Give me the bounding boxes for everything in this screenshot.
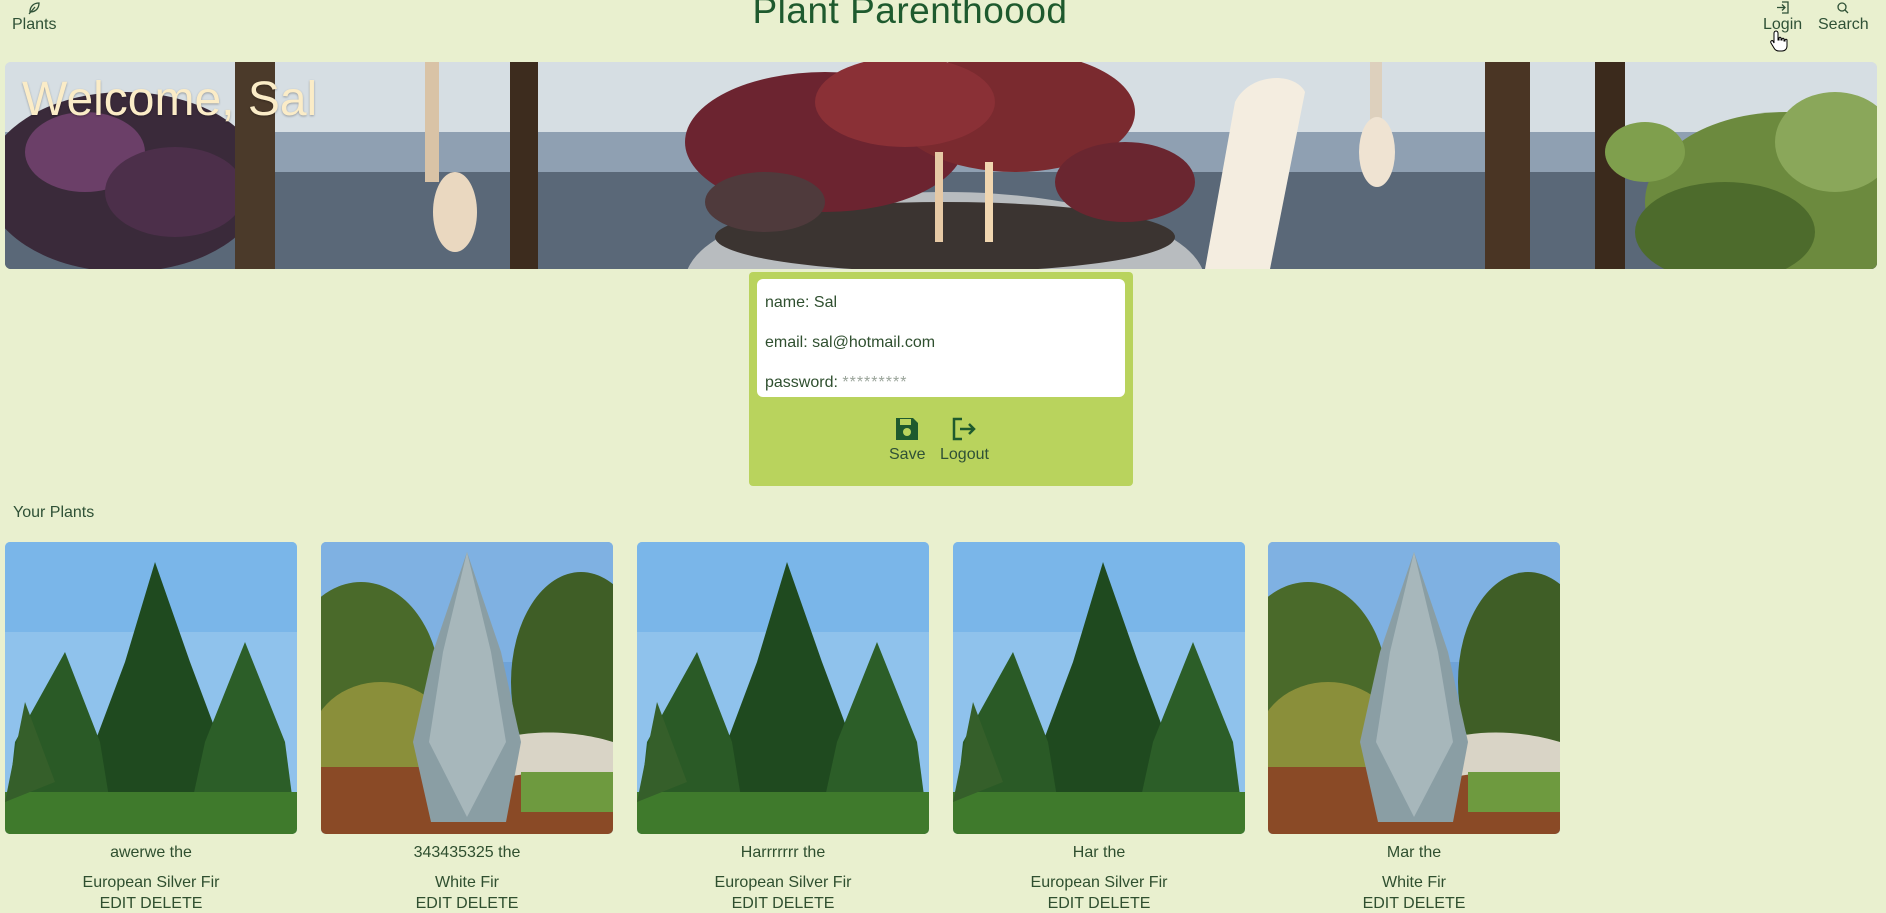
plant-image[interactable]: [1268, 542, 1560, 834]
save-button[interactable]: Save: [889, 416, 925, 464]
plant-species: White Fir: [1382, 874, 1446, 891]
plant-name: Mar the: [1386, 844, 1442, 861]
email-field[interactable]: email: sal@hotmail.com: [765, 334, 935, 352]
plant-image[interactable]: [953, 542, 1245, 834]
nav-search-label: Search: [1818, 16, 1869, 33]
delete-button[interactable]: DELETE: [1403, 895, 1465, 912]
nav-search-link[interactable]: Search: [1818, 0, 1869, 34]
password-label: password:: [765, 374, 838, 391]
plant-species: European Silver Fir: [82, 874, 220, 891]
delete-button[interactable]: DELETE: [1088, 895, 1150, 912]
email-value: sal@hotmail.com: [812, 334, 936, 351]
plant-image[interactable]: [321, 542, 613, 834]
plant-image[interactable]: [637, 542, 929, 834]
logout-icon: [953, 417, 977, 441]
plant-card: Harrrrrrr the European Silver Fir EDIT D…: [637, 542, 929, 913]
search-icon: [1837, 2, 1849, 14]
nav-login-link[interactable]: Login: [1763, 0, 1802, 34]
plant-card: Mar the White Fir EDIT DELETE: [1268, 542, 1560, 913]
plant-name: Har the: [1072, 844, 1126, 861]
profile-card: name: Sal email: sal@hotmail.com passwor…: [749, 272, 1133, 486]
plant-species: European Silver Fir: [1030, 874, 1168, 891]
hero-banner: Welcome, Sal: [5, 62, 1877, 269]
your-plants-heading: Your Plants: [13, 504, 95, 521]
plant-actions: EDIT DELETE: [321, 895, 613, 913]
delete-button[interactable]: DELETE: [456, 895, 518, 912]
plant-actions: EDIT DELETE: [5, 895, 297, 913]
plant-card: 343435325 the White Fir EDIT DELETE: [321, 542, 613, 913]
email-label: email:: [765, 334, 808, 351]
plant-species: European Silver Fir: [714, 874, 852, 891]
top-nav: Plants Plant Parenthoood Login Search: [0, 0, 1886, 60]
edit-button[interactable]: EDIT: [732, 895, 768, 912]
plant-actions: EDIT DELETE: [953, 895, 1245, 913]
plant-actions: EDIT DELETE: [1268, 895, 1560, 913]
plant-name: 343435325 the: [413, 844, 521, 861]
delete-button[interactable]: DELETE: [772, 895, 834, 912]
login-icon: [1776, 1, 1789, 14]
logout-button[interactable]: Logout: [940, 416, 989, 464]
plant-image[interactable]: [5, 542, 297, 834]
edit-button[interactable]: EDIT: [416, 895, 452, 912]
plant-card: awerwe the European Silver Fir EDIT DELE…: [5, 542, 297, 913]
save-label: Save: [889, 446, 926, 463]
plant-actions: EDIT DELETE: [637, 895, 929, 913]
plant-name: awerwe the: [110, 844, 192, 861]
name-label: name:: [765, 294, 810, 311]
edit-button[interactable]: EDIT: [1048, 895, 1084, 912]
profile-fields: name: Sal email: sal@hotmail.com passwor…: [757, 279, 1125, 397]
logout-label: Logout: [940, 446, 989, 463]
welcome-heading: Welcome, Sal: [22, 73, 318, 126]
name-value: Sal: [813, 294, 838, 311]
plant-name: Harrrrrrr the: [740, 844, 826, 861]
name-field[interactable]: name: Sal: [765, 294, 837, 312]
plant-species: White Fir: [435, 874, 499, 891]
plant-card: Har the European Silver Fir EDIT DELETE: [953, 542, 1245, 913]
delete-button[interactable]: DELETE: [140, 895, 202, 912]
edit-button[interactable]: EDIT: [100, 895, 136, 912]
password-value: *********: [842, 374, 908, 391]
edit-button[interactable]: EDIT: [1363, 895, 1399, 912]
password-field[interactable]: password: *********: [765, 374, 907, 392]
hand-cursor-icon: [1770, 30, 1788, 52]
save-icon: [896, 418, 919, 440]
brand-title[interactable]: Plant Parenthoood: [0, 0, 1820, 32]
